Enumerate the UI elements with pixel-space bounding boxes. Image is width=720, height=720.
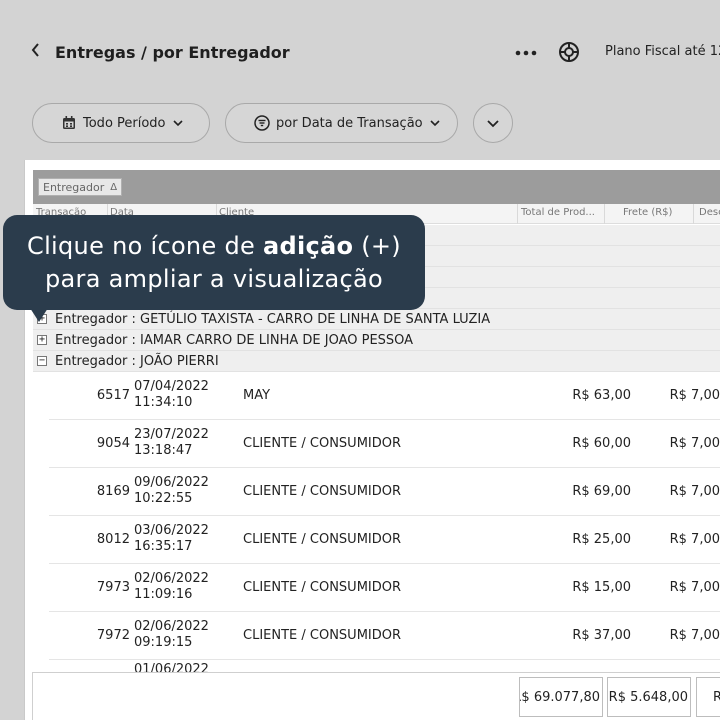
group-chip-label: Entregador xyxy=(43,180,105,194)
cell-frete: R$ 7,00 xyxy=(669,388,720,403)
chevron-left-icon xyxy=(31,43,39,57)
cell-cliente: CLIENTE / CONSUMIDOR xyxy=(243,484,402,499)
cell-data: 03/06/2022 16:35:17 xyxy=(134,523,209,554)
cell-cliente: CLIENTE / CONSUMIDOR xyxy=(243,580,402,595)
cell-transacao: 8012 xyxy=(96,532,130,547)
cell-total: R$ 60,00 xyxy=(572,436,631,451)
chevron-down-icon xyxy=(172,120,183,127)
cell-frete: R$ 7,00 xyxy=(669,628,720,643)
lifebuoy-icon xyxy=(559,42,579,62)
page-title: Entregas / por Entregador xyxy=(55,43,290,62)
cell-data: 02/06/2022 09:19:15 xyxy=(134,619,209,650)
group-label: Entregador : IAMAR CARRO DE LINHA DE JOA… xyxy=(55,332,414,348)
cell-frete: R$ 7,00 xyxy=(669,436,720,451)
sort-triangle-icon: Δ xyxy=(110,181,118,193)
chevron-down-icon xyxy=(430,120,440,127)
tooltip-line1: Clique no ícone de adição (+) xyxy=(27,232,401,260)
cell-total: R$ 63,00 xyxy=(572,388,631,403)
tooltip-line2: para ampliar a visualização xyxy=(45,265,383,293)
cell-total: R$ 25,00 xyxy=(572,532,631,547)
cell-total: R$ 15,00 xyxy=(572,580,631,595)
calendar-icon xyxy=(63,116,75,129)
table-row[interactable]: 8169 09/06/2022 10:22:55 CLIENTE / CONSUM… xyxy=(49,468,720,516)
group-row-iamar[interactable]: + Entregador : IAMAR CARRO DE LINHA DE J… xyxy=(33,330,720,351)
col-total-produtos[interactable]: Total de Prod... xyxy=(521,207,595,218)
table-row[interactable]: 8012 03/06/2022 16:35:17 CLIENTE / CONSUM… xyxy=(49,516,720,564)
filter-icon xyxy=(254,115,270,131)
cell-cliente: MAY xyxy=(243,388,271,403)
col-frete[interactable]: Frete (R$) xyxy=(623,207,672,218)
period-filter-button[interactable]: Todo Período xyxy=(32,103,210,143)
cell-total: R$ 69,00 xyxy=(572,484,631,499)
cell-frete: R$ 7,00 xyxy=(669,580,720,595)
group-row-joao-pierri[interactable]: − Entregador : JOÃO PIERRI xyxy=(33,351,720,372)
desc-sum: R xyxy=(696,677,720,717)
cell-cliente: CLIENTE / CONSUMIDOR xyxy=(243,628,402,643)
group-by-entregador-chip[interactable]: Entregador Δ xyxy=(38,178,123,196)
table-row[interactable]: 7972 02/06/2022 09:19:15 CLIENTE / CONSUM… xyxy=(49,612,720,660)
table-row[interactable]: 6517 07/04/2022 11:34:10 MAY R$ 63,00 R$ … xyxy=(49,372,720,420)
cell-transacao: 6517 xyxy=(96,388,130,403)
date-filter-label: por Data de Transação xyxy=(276,115,423,131)
chevron-down-icon xyxy=(487,120,499,128)
more-options-button[interactable] xyxy=(515,40,537,61)
cell-cliente: CLIENTE / CONSUMIDOR xyxy=(243,532,402,547)
total-produtos-sum: R$ 69.077,80 xyxy=(519,677,603,717)
expand-plus-icon[interactable]: + xyxy=(37,335,47,345)
cell-transacao: 7972 xyxy=(96,628,130,643)
cell-frete: R$ 7,00 xyxy=(669,484,720,499)
help-button[interactable] xyxy=(558,41,580,63)
cell-data: 02/06/2022 11:09:16 xyxy=(134,571,209,602)
cell-data: 07/04/2022 11:34:10 xyxy=(134,379,209,410)
tooltip-pointer xyxy=(30,308,48,322)
table-row[interactable]: 7973 02/06/2022 11:09:16 CLIENTE / CONSUM… xyxy=(49,564,720,612)
back-button[interactable] xyxy=(30,42,50,64)
fiscal-plan-label[interactable]: Plano Fiscal até 12 xyxy=(605,44,720,59)
date-filter-button[interactable]: por Data de Transação xyxy=(225,103,458,143)
cell-transacao: 7973 xyxy=(96,580,130,595)
frete-sum: R$ 5.648,00 xyxy=(607,677,691,717)
group-label: Entregador : GETÚLIO TAXISTA - CARRO DE … xyxy=(55,311,491,327)
group-label: Entregador : JOÃO PIERRI xyxy=(55,353,219,369)
group-panel xyxy=(33,170,720,204)
totals-footer: R$ 69.077,80 R$ 5.648,00 R xyxy=(32,672,720,720)
top-bar: Entregas / por Entregador Plano Fiscal a… xyxy=(0,0,720,100)
period-filter-label: Todo Período xyxy=(83,115,166,131)
collapse-minus-icon[interactable]: − xyxy=(37,356,47,366)
col-desc[interactable]: Desc xyxy=(699,207,720,218)
table-row[interactable]: 9054 23/07/2022 13:18:47 CLIENTE / CONSUM… xyxy=(49,420,720,468)
cell-data: 23/07/2022 13:18:47 xyxy=(134,427,209,458)
cell-total: R$ 37,00 xyxy=(572,628,631,643)
cell-transacao: 8169 xyxy=(96,484,130,499)
more-horizontal-icon xyxy=(515,50,537,56)
expand-filters-button[interactable] xyxy=(473,103,513,143)
cell-frete: R$ 7,00 xyxy=(669,532,720,547)
group-row-getulio[interactable]: + Entregador : GETÚLIO TAXISTA - CARRO D… xyxy=(33,309,720,330)
cell-cliente: CLIENTE / CONSUMIDOR xyxy=(243,436,402,451)
tutorial-tooltip: Clique no ícone de adição (+) para ampli… xyxy=(3,215,425,310)
cell-transacao: 9054 xyxy=(96,436,130,451)
cell-data: 09/06/2022 10:22:55 xyxy=(134,475,209,506)
